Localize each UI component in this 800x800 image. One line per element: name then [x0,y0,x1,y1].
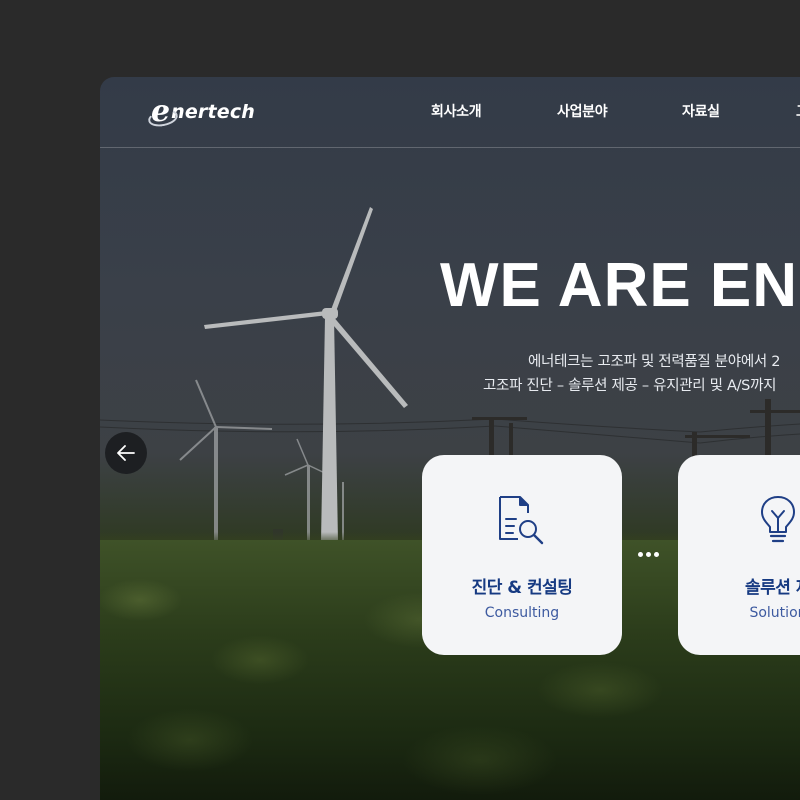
carousel-dot [646,552,651,557]
carousel-dot [654,552,659,557]
card-consulting[interactable]: 진단 & 컨설팅 Consulting [422,455,622,655]
nav-item-company[interactable]: 회사소개 [431,101,482,121]
carousel-dot [638,552,643,557]
lightbulb-icon [761,496,795,543]
arrow-left-icon [117,445,135,461]
card-title: 진단 & 컨설팅 [471,578,573,598]
nav-item-customer[interactable]: 고 [796,101,800,121]
card-solution[interactable]: 솔루션 제 Solution [678,455,800,655]
enertech-logo[interactable]: e nertech [146,94,256,130]
carousel-prev-button[interactable] [105,432,147,474]
site-header: e nertech 회사소개 사업분야 자료실 고 [100,77,800,148]
logo-wordmark: nertech [171,101,256,123]
card-title: 솔루션 제 [745,578,800,598]
hero-subtitle-line2: 고조파 진단 – 솔루션 제공 – 유지관리 및 A/S까지 [483,378,777,394]
card-subtitle: Solution [749,605,800,621]
hero-subtitle-line1: 에너테크는 고조파 및 전력품질 분야에서 2 [528,354,781,370]
nav-item-business[interactable]: 사업분야 [557,101,608,121]
card-subtitle: Consulting [484,605,560,621]
hero-title: WE ARE EN [440,251,799,320]
browser-viewport: e nertech 회사소개 사업분야 자료실 고 WE ARE EN 에너테크… [100,77,800,800]
nav-item-resources[interactable]: 자료실 [682,101,720,121]
carousel-dots[interactable] [638,552,662,558]
document-search-icon [499,496,544,545]
